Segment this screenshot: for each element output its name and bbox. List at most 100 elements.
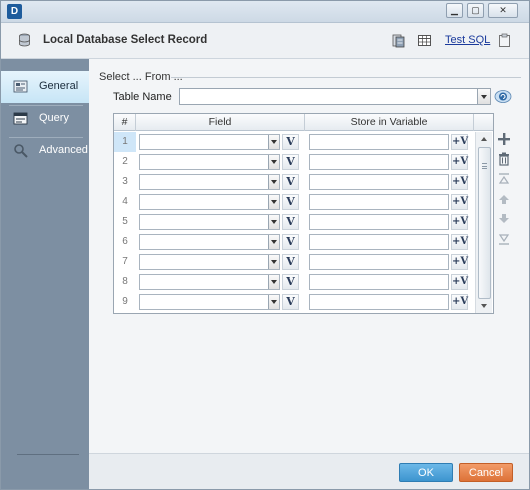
variable-picker-icon[interactable]: V xyxy=(282,134,299,150)
variable-picker-icon[interactable]: V xyxy=(282,274,299,290)
row-number: 2 xyxy=(122,156,128,167)
dialog-header: Local Database Select Record Test SQL xyxy=(1,23,529,59)
sidebar-item-general[interactable]: General xyxy=(1,71,89,103)
sidebar-item-query[interactable]: Query xyxy=(1,103,89,135)
store-variable-input[interactable] xyxy=(309,134,449,150)
table-row[interactable]: 1 V +V xyxy=(114,132,474,152)
add-variable-icon[interactable]: +V xyxy=(451,214,468,230)
scrollbar-thumb[interactable] xyxy=(478,147,491,299)
chevron-down-icon[interactable] xyxy=(477,89,490,104)
add-variable-icon[interactable]: +V xyxy=(451,174,468,190)
sidebar-item-advanced[interactable]: Advanced xyxy=(1,135,89,167)
grid-header: # Field Store in Variable xyxy=(114,114,493,131)
field-select[interactable] xyxy=(139,174,280,190)
row-number: 9 xyxy=(122,296,128,307)
clipboard-icon[interactable] xyxy=(497,33,512,48)
store-variable-input[interactable] xyxy=(309,234,449,250)
general-icon xyxy=(13,80,28,93)
store-variable-input[interactable] xyxy=(309,194,449,210)
store-variable-input[interactable] xyxy=(309,254,449,270)
minimize-button[interactable]: ▁ xyxy=(446,3,463,18)
chevron-down-icon[interactable] xyxy=(268,235,279,249)
close-button[interactable]: ✕ xyxy=(488,3,518,18)
sidebar-item-label: General xyxy=(39,80,79,92)
test-sql-link[interactable]: Test SQL xyxy=(445,34,490,46)
table-row[interactable]: 6 V +V xyxy=(114,232,474,252)
scroll-up-icon[interactable] xyxy=(476,132,493,146)
move-up-icon[interactable] xyxy=(497,192,511,206)
field-select[interactable] xyxy=(139,254,280,270)
add-variable-icon[interactable]: +V xyxy=(451,154,468,170)
store-variable-input[interactable] xyxy=(309,174,449,190)
variable-picker-icon[interactable]: V xyxy=(282,174,299,190)
column-header-spacer xyxy=(474,114,493,131)
row-number: 5 xyxy=(122,216,128,227)
variable-picker-icon[interactable]: V xyxy=(282,194,299,210)
store-variable-input[interactable] xyxy=(309,154,449,170)
move-down-icon[interactable] xyxy=(497,212,511,226)
field-select[interactable] xyxy=(139,214,280,230)
row-number: 1 xyxy=(114,132,136,152)
chevron-down-icon[interactable] xyxy=(268,295,279,309)
store-variable-input[interactable] xyxy=(309,274,449,290)
advanced-icon xyxy=(14,144,28,158)
table-grid-icon[interactable] xyxy=(417,33,432,48)
add-icon[interactable] xyxy=(497,132,511,146)
variable-picker-icon[interactable]: V xyxy=(282,254,299,270)
chevron-down-icon[interactable] xyxy=(268,175,279,189)
move-top-icon[interactable] xyxy=(497,172,511,186)
chevron-down-icon[interactable] xyxy=(268,255,279,269)
table-row[interactable]: 3 V +V xyxy=(114,172,474,192)
add-variable-icon[interactable]: +V xyxy=(451,134,468,150)
chevron-down-icon[interactable] xyxy=(268,275,279,289)
scroll-down-icon[interactable] xyxy=(476,299,493,313)
dialog-footer: OK Cancel xyxy=(89,453,529,489)
add-variable-icon[interactable]: +V xyxy=(451,234,468,250)
row-number: 4 xyxy=(122,196,128,207)
field-select[interactable] xyxy=(139,194,280,210)
field-select[interactable] xyxy=(139,274,280,290)
move-bottom-icon[interactable] xyxy=(497,232,511,246)
table-name-select[interactable] xyxy=(179,88,491,105)
chevron-down-icon[interactable] xyxy=(268,155,279,169)
database-stack-icon[interactable] xyxy=(391,33,406,48)
sidebar: General Query Advanced xyxy=(1,59,89,489)
cancel-button[interactable]: Cancel xyxy=(459,463,513,482)
grid-scrollbar[interactable] xyxy=(475,132,492,313)
table-row[interactable]: 4 V +V xyxy=(114,192,474,212)
refresh-icon[interactable] xyxy=(494,89,512,104)
delete-icon[interactable] xyxy=(497,152,511,166)
sidebar-bottom-divider xyxy=(17,454,79,455)
maximize-button[interactable]: ▢ xyxy=(467,3,484,18)
add-variable-icon[interactable]: +V xyxy=(451,254,468,270)
table-row[interactable]: 7 V +V xyxy=(114,252,474,272)
row-number: 7 xyxy=(122,256,128,267)
add-variable-icon[interactable]: +V xyxy=(451,194,468,210)
row-number: 6 xyxy=(122,236,128,247)
row-number: 8 xyxy=(122,276,128,287)
variable-picker-icon[interactable]: V xyxy=(282,294,299,310)
column-header-number: # xyxy=(114,114,136,131)
store-variable-input[interactable] xyxy=(309,214,449,230)
add-variable-icon[interactable]: +V xyxy=(451,294,468,310)
variable-picker-icon[interactable]: V xyxy=(282,234,299,250)
table-row[interactable]: 9 V +V xyxy=(114,292,474,312)
field-select[interactable] xyxy=(139,294,280,310)
table-row[interactable]: 8 V +V xyxy=(114,272,474,292)
query-icon xyxy=(13,112,28,125)
row-number: 3 xyxy=(122,176,128,187)
variable-picker-icon[interactable]: V xyxy=(282,214,299,230)
table-row[interactable]: 5 V +V xyxy=(114,212,474,232)
field-select[interactable] xyxy=(139,134,280,150)
chevron-down-icon[interactable] xyxy=(268,135,279,149)
ok-button[interactable]: OK xyxy=(399,463,453,482)
store-variable-input[interactable] xyxy=(309,294,449,310)
chevron-down-icon[interactable] xyxy=(268,215,279,229)
field-select[interactable] xyxy=(139,234,280,250)
variable-picker-icon[interactable]: V xyxy=(282,154,299,170)
chevron-down-icon[interactable] xyxy=(268,195,279,209)
add-variable-icon[interactable]: +V xyxy=(451,274,468,290)
dialog-window: D ▁ ▢ ✕ Local Database Select Record Tes… xyxy=(0,0,530,490)
table-row[interactable]: 2 V +V xyxy=(114,152,474,172)
field-select[interactable] xyxy=(139,154,280,170)
